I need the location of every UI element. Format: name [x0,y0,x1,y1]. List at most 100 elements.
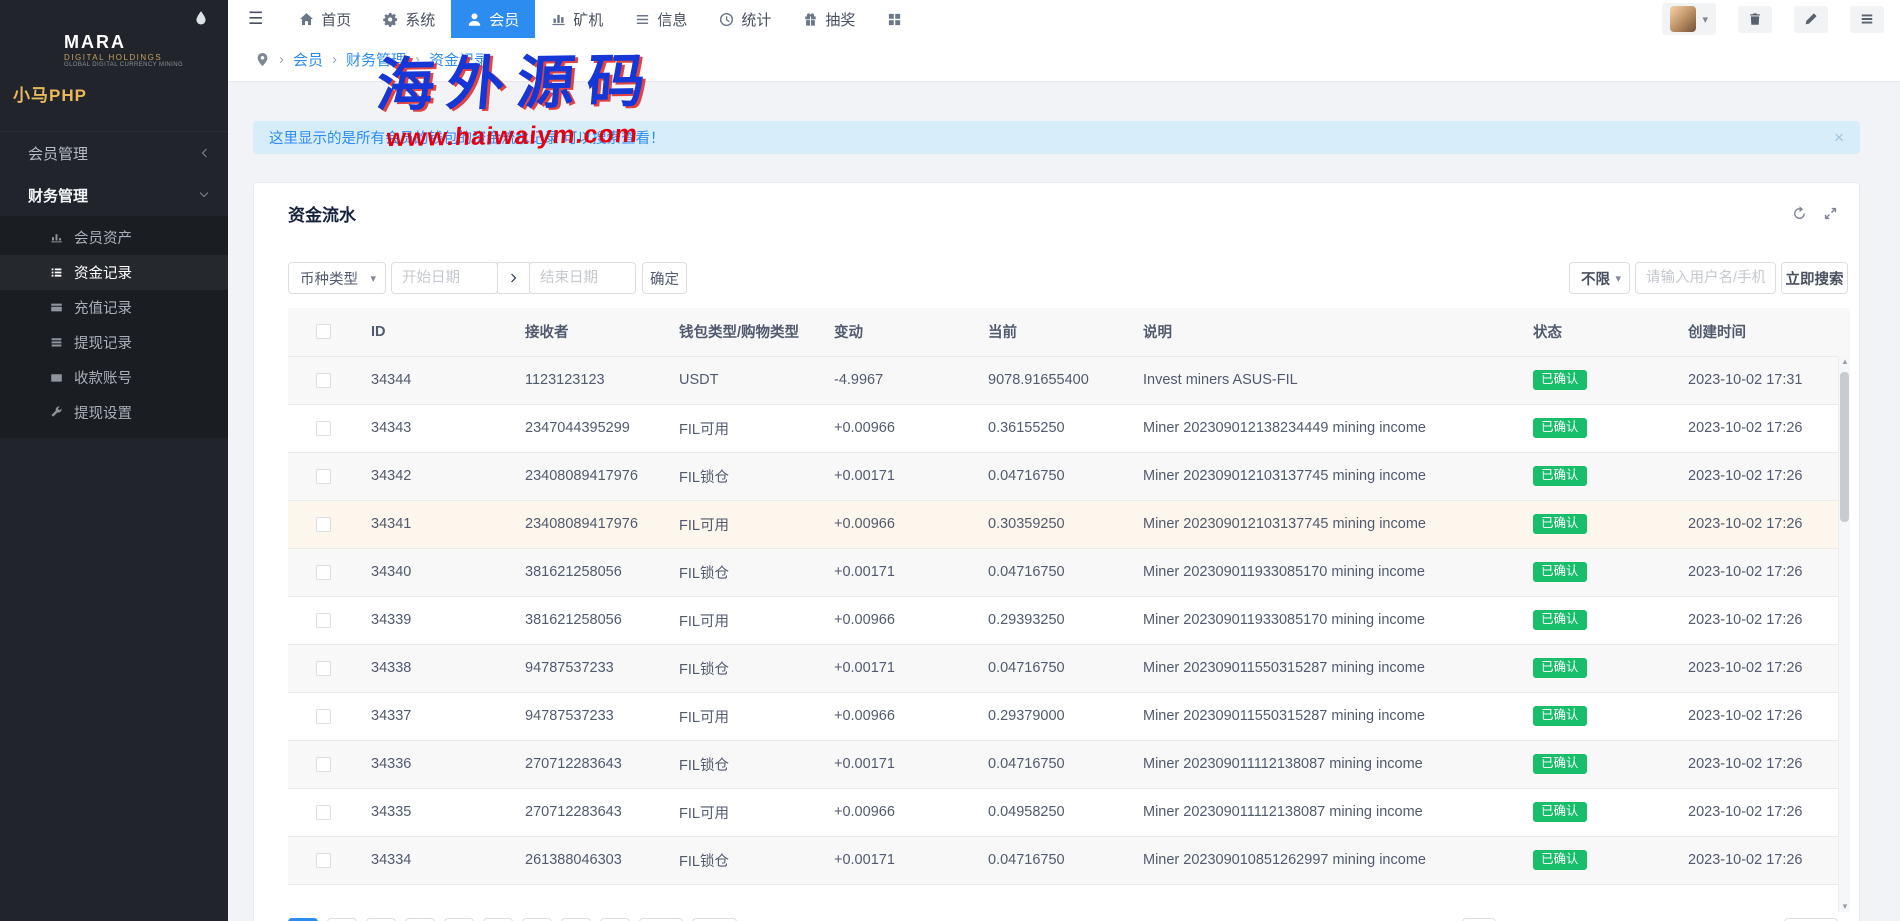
cell-status: 已确认 [1521,644,1676,692]
date-range-button[interactable] [497,262,530,294]
topnav-item-1[interactable]: 系统 [367,0,451,38]
avatar [1670,6,1696,32]
row-checkbox[interactable] [316,709,331,724]
row-checkbox[interactable] [316,565,331,580]
sidebar-menu: 会员管理 财务管理 会员资产资金记录充值记录提现记录收款账号提现设置 [0,132,228,438]
cell-current: 0.04958250 [976,788,1131,836]
user-menu[interactable]: ▾ [1662,3,1716,35]
cell-status: 已确认 [1521,788,1676,836]
list-icon [1860,12,1874,26]
cell-wallet-type: FIL锁仓 [667,644,822,692]
topnav-item-0[interactable]: 首页 [283,0,367,38]
cell-change: +0.00171 [822,644,976,692]
sidebar-subitem-5[interactable]: 提现设置 [0,395,228,430]
row-checkbox[interactable] [316,757,331,772]
end-date-input[interactable] [529,262,636,294]
cell-id: 34337 [359,692,513,740]
row-checkbox[interactable] [316,805,331,820]
cell-created: 2023-10-02 17:31 [1676,356,1850,404]
topnav-item-2[interactable]: 会员 [451,0,535,38]
topnav-item-label: 抽奖 [825,9,855,30]
close-icon[interactable]: × [1834,128,1844,148]
cell-wallet-type: USDT [667,356,822,404]
select-all-checkbox[interactable] [316,324,331,339]
sidebar: MARA DIGITAL HOLDINGS GLOBAL DIGITAL CUR… [0,0,228,921]
sidebar-subitem-3[interactable]: 提现记录 [0,325,228,360]
confirm-button[interactable]: 确定 [642,262,687,294]
header-checkbox-cell [288,308,359,356]
table-row: 343441123123123USDT-4.99679078.91655400I… [288,356,1850,404]
logs-button[interactable] [1850,6,1884,33]
cell-note: Miner 202309011112138087 mining income [1131,740,1521,788]
row-checkbox[interactable] [316,373,331,388]
trash-button[interactable] [1738,6,1772,33]
cell-change: +0.00966 [822,500,976,548]
status-badge: 已确认 [1533,754,1587,774]
cell-id: 34334 [359,836,513,884]
cell-id: 34341 [359,500,513,548]
brand-area: MARA DIGITAL HOLDINGS GLOBAL DIGITAL CUR… [0,0,228,132]
sidebar-item-finance-mgmt[interactable]: 财务管理 [0,174,228,216]
cell-status: 已确认 [1521,404,1676,452]
menu-icon[interactable]: ☰ [228,0,283,38]
search-input[interactable] [1635,262,1776,294]
cell-created: 2023-10-02 17:26 [1676,692,1850,740]
topnav-item-4[interactable]: 信息 [619,0,703,38]
fullscreen-icon[interactable] [1823,206,1838,221]
start-date-input[interactable] [391,262,498,294]
sidebar-subitem-label: 提现记录 [74,332,132,353]
breadcrumb-separator: › [415,51,420,68]
row-checkbox[interactable] [316,853,331,868]
row-checkbox[interactable] [316,421,331,436]
sidebar-subitem-1[interactable]: 资金记录 [0,255,228,290]
cell-change: +0.00966 [822,788,976,836]
column-header: 接收者 [513,308,667,356]
row-checkbox[interactable] [316,469,331,484]
sidebar-subitem-0[interactable]: 会员资产 [0,220,228,255]
topnav-item-3[interactable]: 矿机 [535,0,619,38]
cell-created: 2023-10-02 17:26 [1676,788,1850,836]
sidebar-subitem-4[interactable]: 收款账号 [0,360,228,395]
scrollbar-thumb[interactable] [1840,372,1849,522]
status-badge: 已确认 [1533,658,1587,678]
refresh-icon[interactable] [1792,206,1807,221]
clock-icon [719,12,734,27]
sidebar-subitem-label: 会员资产 [74,227,132,248]
row-checkbox[interactable] [316,517,331,532]
cell-checkbox [288,788,359,836]
breadcrumb-item-records[interactable]: 资金记录 [429,49,489,70]
cell-id: 34344 [359,356,513,404]
cell-created: 2023-10-02 17:26 [1676,548,1850,596]
table-row: 3434123408089417976FIL可用+0.009660.303592… [288,500,1850,548]
search-button[interactable]: 立即搜索 [1781,262,1848,294]
sidebar-subitem-label: 充值记录 [74,297,132,318]
status-badge: 已确认 [1533,802,1587,822]
table-row: 34336270712283643FIL锁仓+0.001710.04716750… [288,740,1850,788]
breadcrumb-item-finance[interactable]: 财务管理 [346,49,406,70]
row-checkbox[interactable] [316,613,331,628]
breadcrumb-item-member[interactable]: 会员 [293,49,323,70]
cell-status: 已确认 [1521,596,1676,644]
sidebar-subitem-2[interactable]: 充值记录 [0,290,228,325]
scroll-down-icon[interactable]: ▼ [1839,901,1850,912]
droplet-icon[interactable] [193,10,209,26]
table-scrollbar[interactable]: ▲ ▼ [1838,356,1850,912]
sidebar-item-member-mgmt[interactable]: 会员管理 [0,132,228,174]
cell-note: Miner 202309010851262997 mining income [1131,836,1521,884]
coin-type-select[interactable]: 币种类型 ▾ [288,262,386,294]
table-row: 34339381621258056FIL可用+0.009660.29393250… [288,596,1850,644]
cell-wallet-type: FIL可用 [667,692,822,740]
cell-id: 34336 [359,740,513,788]
topnav-item-5[interactable]: 统计 [703,0,787,38]
miner-icon [551,12,566,27]
cell-id: 34343 [359,404,513,452]
scroll-up-icon[interactable]: ▲ [1839,356,1850,367]
scope-select[interactable]: 不限 ▾ [1569,262,1630,294]
row-checkbox[interactable] [316,661,331,676]
pencil-icon [1804,12,1818,26]
edit-button[interactable] [1794,6,1828,33]
topnav-item-grid[interactable] [871,0,918,38]
cell-change: -4.9967 [822,356,976,404]
topnav-item-6[interactable]: 抽奖 [787,0,871,38]
cell-receiver: 1123123123 [513,356,667,404]
